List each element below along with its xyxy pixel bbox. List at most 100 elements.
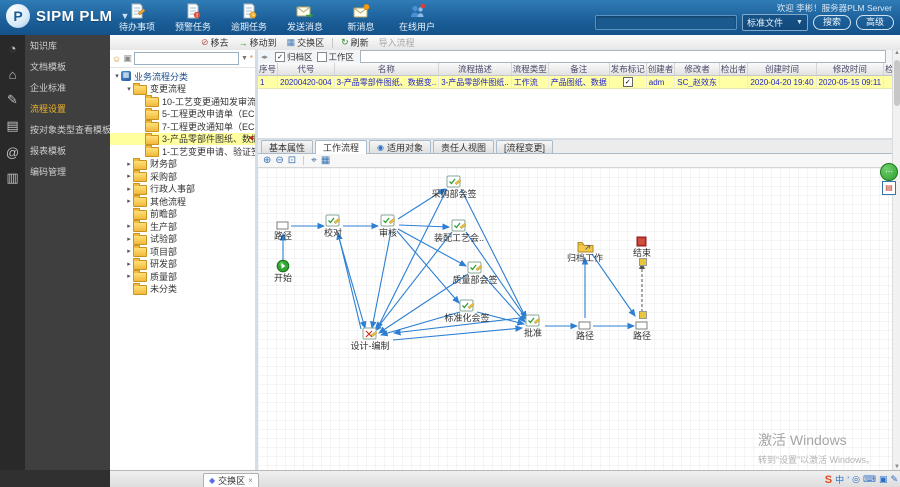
tree-item-5-工程更改申请单（ECR）发审流程[interactable]: 5-工程更改申请单（ECR）发审流程 — [110, 107, 255, 121]
ime-中-icon[interactable]: 中 — [835, 473, 844, 486]
tree-item-变更流程[interactable]: ▾ 变更流程 — [110, 82, 255, 96]
ime-◎-icon[interactable]: ◎ — [852, 474, 860, 485]
node-start[interactable]: 开始 — [258, 258, 317, 283]
workspace-checkbox[interactable] — [316, 51, 327, 62]
tree-item-财务部[interactable]: ▸ 财务部 — [110, 157, 255, 171]
tab-工作流程[interactable]: 工作流程 — [315, 140, 368, 154]
vertical-scrollbar[interactable]: ▲ ▼ — [892, 50, 900, 470]
edit-icon[interactable]: ✎ — [0, 87, 25, 113]
node-design-edit[interactable]: 设计-编制 — [336, 326, 404, 351]
tree-item-试验部[interactable]: ▸ 试验部 — [110, 232, 255, 246]
tree-item-业务流程分类[interactable]: ▾ ▦ 业务流程分类 — [110, 70, 255, 83]
column-header-修改时间[interactable]: 修改时间 — [816, 63, 885, 76]
top-menu-doc-clock[interactable]: 逾期任务 — [227, 3, 271, 33]
global-search-input[interactable] — [594, 15, 737, 30]
home-icon[interactable]: ⌂ — [0, 61, 25, 87]
release-flag-checkbox[interactable]: ✓ — [622, 77, 633, 87]
tree-item-3-产品零部件图纸、数据变更签审流程[interactable]: 3-产品零部件图纸、数据变更签审流程◄ — [110, 132, 255, 145]
close-icon[interactable]: × — [248, 476, 253, 485]
user-filter-icon[interactable]: ☺ — [112, 54, 121, 64]
advanced-search-button[interactable]: 高级 — [855, 15, 894, 30]
column-header-备注[interactable]: 备注 — [548, 63, 610, 76]
tree-down-arrow-icon[interactable]: ▾ — [113, 72, 121, 80]
tree-item-生产部[interactable]: ▸ 生产部 — [110, 220, 255, 233]
tab-适用对象[interactable]: ◉ 适用对象 — [369, 140, 432, 153]
tree-item-其他流程[interactable]: ▸ 其他流程 — [110, 195, 255, 208]
tab-基本属性[interactable]: 基本属性 — [261, 140, 314, 153]
column-header-发布标记[interactable]: 发布标记 — [609, 63, 647, 76]
node-review[interactable]: 审核 — [354, 213, 422, 238]
ime-⌨-icon[interactable]: ⌨ — [863, 474, 876, 485]
filter-input[interactable] — [360, 50, 886, 63]
top-menu-doc-alert[interactable]: 预警任务 — [171, 3, 215, 33]
tab-[流程变更][interactable]: [流程变更] — [496, 140, 554, 153]
pager-arrows-icon[interactable]: ◂▸ — [261, 53, 268, 61]
tree-item-10-工艺变更通知发审流程[interactable]: 10-工艺变更通知发审流程 — [110, 95, 255, 108]
exchange-area-tab[interactable]: ◆ 交换区 × — [203, 473, 259, 487]
zoom-out-icon[interactable]: ⊖ — [275, 155, 283, 166]
toolbar-移去[interactable]: ⊘ 移去 — [196, 36, 234, 49]
tree-right-arrow-icon[interactable]: ▸ — [125, 160, 133, 168]
tree-item-质量部[interactable]: ▸ 质量部 — [110, 270, 255, 283]
search-button[interactable]: 搜索 — [812, 15, 851, 30]
tree-item-1-工艺变更申请、验证签审流程[interactable]: 1-工艺变更申请、验证签审流程 — [110, 145, 255, 158]
tree-search-input[interactable] — [133, 52, 239, 65]
tree-right-arrow-icon[interactable]: ▸ — [125, 185, 133, 193]
sync-icon[interactable]: ◔ — [0, 35, 25, 61]
table-row[interactable]: 1 20200420-004 3-产品零部件图纸、数据变.. 3-产品零部件图纸.. 工… — [258, 75, 892, 89]
column-header-创建者[interactable]: 创建者 — [646, 63, 676, 76]
grid-icon[interactable]: ▦ — [321, 155, 330, 166]
ime-✎-icon[interactable]: ✎ — [890, 474, 898, 485]
tree-item-前瞻部[interactable]: 前瞻部 — [110, 207, 255, 221]
assistant-panel-icon[interactable]: ▤ — [882, 181, 896, 195]
sidebar-item-流程设置[interactable]: 流程设置 — [25, 98, 110, 119]
tree-right-arrow-icon[interactable]: ▸ — [125, 272, 133, 280]
view-mode-icon[interactable]: ▣ — [123, 53, 132, 64]
column-header-创建时间[interactable]: 创建时间 — [747, 63, 817, 76]
scrollbar-thumb[interactable] — [894, 60, 900, 106]
sidebar-item-企业标准[interactable]: 企业标准 — [25, 77, 110, 98]
node-end[interactable]: 结束 — [608, 233, 676, 258]
tree-right-arrow-icon[interactable]: ▸ — [125, 235, 133, 243]
tree-item-采购部[interactable]: ▸ 采购部 — [110, 170, 255, 183]
node-purchase-sign[interactable]: 采购部会签 — [420, 174, 488, 199]
node-quality-sign[interactable]: 质量部会签 — [441, 260, 509, 285]
pan-icon[interactable]: ⌖ — [311, 155, 317, 166]
search-type-dropdown[interactable]: 标准文件 ▼ — [741, 14, 808, 31]
tree-item-行政人事部[interactable]: ▸ 行政人事部 — [110, 182, 255, 196]
node-standard-sign[interactable]: 标准化会签 — [433, 298, 501, 323]
mention-icon[interactable]: @ — [0, 139, 25, 165]
tree-search-go-icon[interactable]: * — [250, 54, 253, 63]
top-menu-mail-send[interactable]: 发送消息 — [283, 3, 327, 33]
scroll-up-icon[interactable]: ▲ — [893, 50, 900, 56]
column-header-检出时间[interactable]: 检出时间 — [883, 63, 892, 76]
tree-item-7-工程更改通知单（ECN）签审流程[interactable]: 7-工程更改通知单（ECN）签审流程 — [110, 120, 255, 133]
ime-▣-icon[interactable]: ▣ — [879, 474, 888, 485]
toolbar-移动到[interactable]: → 移动到 — [234, 36, 282, 49]
column-header-流程类型[interactable]: 流程类型 — [511, 63, 549, 76]
tree-right-arrow-icon[interactable]: ▸ — [125, 247, 133, 255]
tree-down-arrow-icon[interactable]: ▾ — [125, 85, 133, 93]
tree-right-arrow-icon[interactable]: ▸ — [125, 197, 133, 205]
tree-right-arrow-icon[interactable]: ▸ — [125, 260, 133, 268]
tab-责任人视图[interactable]: 责任人视图 — [433, 140, 495, 153]
library-icon[interactable]: ▥ — [0, 165, 25, 191]
node-assembly-sign[interactable]: 装配工艺会.. — [425, 218, 493, 243]
ime-S-icon[interactable]: S — [825, 474, 832, 486]
top-menu-doc-pencil[interactable]: 待办事项 — [115, 3, 159, 33]
top-menu-mail-new[interactable]: 新消息 — [339, 3, 383, 33]
tree-item-未分类[interactable]: 未分类 — [110, 282, 255, 296]
assistant-bubble-icon[interactable]: ⋯ — [880, 163, 898, 181]
tree-right-arrow-icon[interactable]: ▸ — [125, 172, 133, 180]
sidebar-item-编码管理[interactable]: 编码管理 — [25, 161, 110, 182]
sidebar-item-文档模板[interactable]: 文档模板 — [25, 56, 110, 77]
app-logo[interactable]: P SIPM PLM ▼ — [6, 4, 129, 28]
column-header-代号[interactable]: 代号 — [277, 63, 335, 76]
sidebar-item-按对象类型查看模板[interactable]: 按对象类型查看模板 — [25, 119, 110, 140]
ime-’-icon[interactable]: ’ — [847, 475, 849, 485]
database-icon[interactable]: ▤ — [0, 113, 25, 139]
tree-item-项目部[interactable]: ▸ 项目部 — [110, 245, 255, 258]
zoom-fit-icon[interactable]: ⊡ — [288, 155, 296, 166]
column-header-名称[interactable]: 名称 — [334, 63, 440, 76]
toolbar-刷新[interactable]: ↻ 刷新 — [336, 36, 374, 49]
